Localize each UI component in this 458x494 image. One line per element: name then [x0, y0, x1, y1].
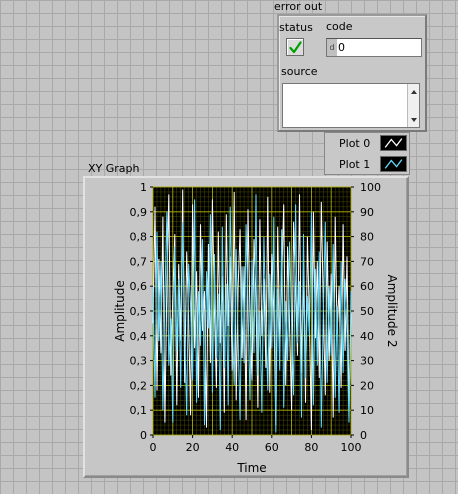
y-tick-label: 0,2 [130, 379, 148, 392]
y-tick-label: 0,9 [130, 206, 148, 219]
y-tick-label: 0,5 [130, 305, 148, 318]
y-axis-title: Amplitude [113, 280, 127, 342]
x-tick-label: 0 [150, 441, 157, 454]
x-tick-label: 60 [265, 441, 279, 454]
y-tick-label: 0,3 [130, 355, 148, 368]
y2-tick-label: 100 [360, 181, 381, 194]
y2-tick-label: 40 [360, 330, 374, 343]
y2-tick-label: 30 [360, 355, 374, 368]
y-tick-label: 0 [140, 429, 147, 442]
y2-tick-label: 10 [360, 404, 374, 417]
y-tick-label: 1 [140, 181, 147, 194]
y2-tick-label: 80 [360, 231, 374, 244]
y-tick-label: 0,1 [130, 404, 148, 417]
y2-tick-label: 20 [360, 379, 374, 392]
y2-tick-label: 90 [360, 206, 374, 219]
y-tick-label: 0,4 [130, 330, 148, 343]
y2-tick-label: 60 [360, 280, 374, 293]
xy-graph[interactable]: 0 0,1 0,2 0,3 0,4 0,5 0,6 0,7 0,8 0,9 1 0 10 20 30 40 5… [0, 0, 458, 494]
x-tick-label: 80 [304, 441, 318, 454]
y-tick-label: 0,7 [130, 255, 148, 268]
x-tick-label: 20 [186, 441, 200, 454]
x-axis-ticks: 0 20 40 60 80 100 [150, 435, 362, 454]
y2-tick-label: 70 [360, 255, 374, 268]
x-tick-label: 40 [225, 441, 239, 454]
y2-axis-title: Amplitude 2 [385, 275, 399, 348]
x-tick-label: 100 [341, 441, 362, 454]
y2-tick-label: 50 [360, 305, 374, 318]
y-axis-ticks: 0 0,1 0,2 0,3 0,4 0,5 0,6 0,7 0,8 0,9 1 [130, 181, 153, 442]
y-tick-label: 0,8 [130, 231, 148, 244]
y2-axis-ticks: 0102030405060708090100 [351, 181, 381, 442]
x-axis-title: Time [236, 461, 266, 475]
y-tick-label: 0,6 [130, 280, 148, 293]
